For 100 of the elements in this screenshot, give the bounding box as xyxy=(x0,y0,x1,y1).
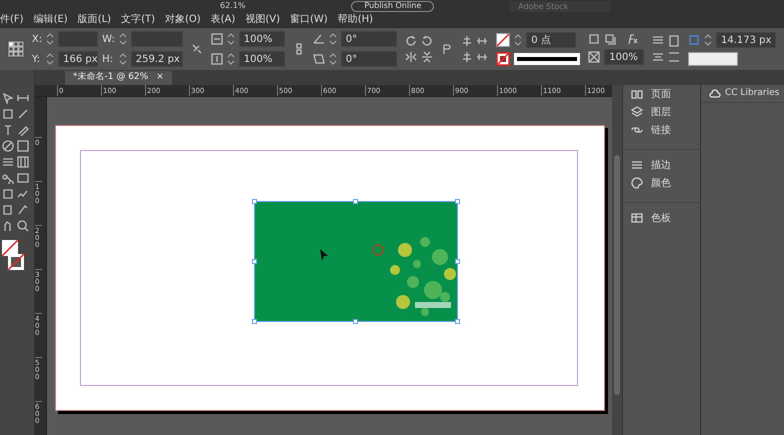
spinner-icon[interactable] xyxy=(46,32,54,46)
stroke-swatch-icon[interactable] xyxy=(496,52,510,66)
value-field[interactable] xyxy=(130,31,183,47)
tool-icon[interactable] xyxy=(2,108,14,120)
spinner-icon[interactable] xyxy=(514,33,522,47)
reference-point-icon[interactable] xyxy=(8,41,24,57)
h-label: H: xyxy=(102,52,114,66)
menu-item[interactable]: 对象(O) xyxy=(164,12,201,27)
shadow-icon[interactable] xyxy=(604,33,616,45)
panel-button[interactable]: 链接 xyxy=(623,121,679,139)
value-field[interactable]: 100% xyxy=(238,51,285,67)
selection-handle[interactable] xyxy=(455,199,460,204)
scale-x-icon[interactable] xyxy=(210,33,223,45)
selection-handle[interactable] xyxy=(252,259,257,264)
palette-icon[interactable] xyxy=(631,177,643,189)
scale-y-icon[interactable] xyxy=(210,53,223,65)
panel-button[interactable]: 图层 xyxy=(623,103,679,121)
panel-button[interactable]: 页面 xyxy=(623,85,679,103)
tool-icon[interactable] xyxy=(17,172,29,184)
cloud-icon[interactable] xyxy=(709,88,721,100)
menu-item[interactable]: 表(A) xyxy=(210,12,236,27)
value-field[interactable]: 0 点 xyxy=(526,32,576,48)
text-wrap-icon[interactable] xyxy=(652,51,664,63)
shear-icon[interactable] xyxy=(312,53,325,65)
swatches-icon[interactable] xyxy=(631,212,643,224)
tool-icon[interactable] xyxy=(17,124,29,136)
opacity-icon[interactable] xyxy=(588,51,600,63)
color-field[interactable] xyxy=(688,52,738,66)
value-field[interactable]: 166 px xyxy=(58,51,98,67)
tool-icon[interactable] xyxy=(2,124,14,136)
tool-icon[interactable] xyxy=(17,140,29,152)
tool-icon[interactable] xyxy=(17,204,29,216)
stock-search-field[interactable]: Adobe Stock xyxy=(510,0,610,12)
document-tab[interactable]: *未命名-1 @ 62% × xyxy=(65,71,172,85)
menu-item[interactable]: 文字(T) xyxy=(121,12,155,27)
spinner-icon[interactable] xyxy=(704,33,712,47)
value-field[interactable]: 100% xyxy=(604,49,644,65)
scrollbar[interactable] xyxy=(612,85,622,435)
tool-icon[interactable] xyxy=(2,140,14,152)
spinner-icon[interactable] xyxy=(328,52,337,66)
menu-item[interactable]: 窗口(W) xyxy=(290,12,328,27)
value-field[interactable]: 0° xyxy=(340,51,397,67)
layers-icon[interactable] xyxy=(631,106,643,118)
distribute-icon[interactable] xyxy=(476,35,488,47)
rotate-icon[interactable] xyxy=(404,35,417,47)
value-field[interactable]: 100% xyxy=(238,31,285,47)
tool-icon[interactable] xyxy=(17,108,29,120)
tool-icon[interactable] xyxy=(17,188,29,200)
selection-handle[interactable] xyxy=(353,319,358,324)
zoom-level[interactable]: 62.1% xyxy=(220,2,246,10)
menu-item[interactable]: 视图(V) xyxy=(245,12,280,27)
pages-icon[interactable] xyxy=(631,88,643,100)
selection-handle[interactable] xyxy=(252,199,257,204)
value-field[interactable] xyxy=(58,31,98,47)
value-field[interactable]: 14.173 px xyxy=(716,32,776,48)
spinner-icon[interactable] xyxy=(328,32,337,46)
value-field[interactable]: 0° xyxy=(340,31,397,47)
panel-button[interactable]: 颜色 xyxy=(623,174,679,192)
flip-icon[interactable] xyxy=(420,51,433,63)
flip-icon[interactable] xyxy=(404,51,417,63)
corner-icon[interactable] xyxy=(688,34,700,46)
spinner-icon[interactable] xyxy=(46,52,54,66)
menu-item[interactable]: 帮助(H) xyxy=(338,12,374,27)
spinner-icon[interactable] xyxy=(118,32,127,46)
frame-icon[interactable] xyxy=(588,33,600,45)
fx-icon[interactable] xyxy=(626,33,638,45)
selection-handle[interactable] xyxy=(353,199,358,204)
tool-icon[interactable] xyxy=(17,220,29,232)
selection-handle[interactable] xyxy=(455,259,460,264)
selection-handle[interactable] xyxy=(455,319,460,324)
w-label: W: xyxy=(102,32,115,46)
tool-icon[interactable] xyxy=(2,188,14,200)
rotate-icon[interactable] xyxy=(420,35,433,47)
text-wrap-icon[interactable] xyxy=(668,51,680,63)
stroke-style-icon[interactable] xyxy=(514,52,580,66)
menu-item[interactable]: 编辑(E) xyxy=(34,12,68,27)
rotate-angle-icon[interactable] xyxy=(312,33,325,45)
tool-icon[interactable] xyxy=(17,156,29,168)
tool-icon[interactable] xyxy=(2,172,14,184)
tool-icon[interactable] xyxy=(17,92,29,104)
tool-icon[interactable] xyxy=(2,92,14,104)
panel-button[interactable]: 描边 xyxy=(623,156,679,174)
menu-item[interactable]: 版面(L) xyxy=(78,12,112,27)
value-field[interactable]: 259.2 px xyxy=(130,51,183,67)
spinner-icon[interactable] xyxy=(118,52,127,66)
tool-icon[interactable] xyxy=(2,204,14,216)
spinner-icon[interactable] xyxy=(226,52,235,66)
fill-swatch-icon[interactable] xyxy=(496,33,510,47)
spinner-icon[interactable] xyxy=(226,32,235,46)
close-icon[interactable]: × xyxy=(156,71,164,85)
menu-item[interactable]: 件(F) xyxy=(0,12,24,27)
panel-button[interactable]: 色板 xyxy=(623,209,679,227)
align-icon[interactable] xyxy=(460,35,473,47)
distribute-icon[interactable] xyxy=(476,51,488,63)
selection-handle[interactable] xyxy=(252,319,257,324)
text-wrap-icon[interactable] xyxy=(668,35,680,47)
align-icon[interactable] xyxy=(460,51,473,63)
cc-libraries-button[interactable]: CC Libraries xyxy=(701,85,784,103)
tool-icon[interactable] xyxy=(2,156,14,168)
stroke-icon[interactable] xyxy=(631,159,643,171)
